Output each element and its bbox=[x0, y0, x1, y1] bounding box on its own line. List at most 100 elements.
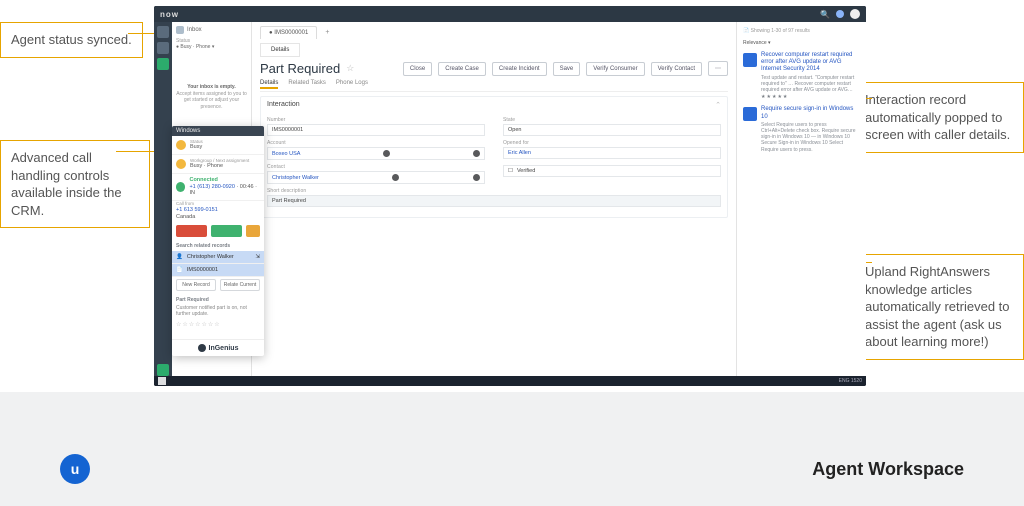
tab-record[interactable]: ● IMS0000001 bbox=[260, 26, 317, 39]
close-button[interactable]: Close bbox=[403, 62, 432, 76]
label: Short description bbox=[267, 188, 721, 194]
home-icon[interactable] bbox=[157, 26, 169, 38]
state-field[interactable]: Open bbox=[503, 124, 721, 136]
search-icon[interactable]: 🔍 bbox=[820, 10, 830, 19]
inbox-tab-icon bbox=[176, 26, 184, 34]
comment[interactable]: Customer notified part is on, not furthe… bbox=[172, 305, 264, 321]
hangup-button[interactable] bbox=[176, 225, 207, 237]
value: Christopher Walker bbox=[272, 175, 319, 181]
windows-icon[interactable] bbox=[158, 377, 166, 385]
presence-icon[interactable] bbox=[157, 58, 169, 70]
section-title: Interaction bbox=[267, 101, 300, 109]
sort-picker[interactable]: Relevance ▾ bbox=[743, 40, 860, 46]
create-case-button[interactable]: Create Case bbox=[438, 62, 486, 76]
form-tabs: Details Related Tasks Phone Logs bbox=[260, 80, 728, 92]
phone-icon[interactable] bbox=[157, 364, 169, 376]
relate-current-button[interactable]: Relate Current bbox=[220, 279, 260, 291]
label: State bbox=[503, 117, 721, 123]
tab-add-button[interactable]: + bbox=[319, 26, 335, 39]
record-header: Part Required ☆ Close Create Case Create… bbox=[260, 61, 728, 76]
more-button[interactable]: ⋯ bbox=[708, 61, 728, 76]
verify-consumer-button[interactable]: Verify Consumer bbox=[586, 62, 644, 76]
results-meta: 📄 Showing 1-30 of 97 results bbox=[743, 28, 860, 34]
answer-button[interactable] bbox=[211, 225, 242, 237]
screenshot-frame: now 🔍 Inbox Status ● Busy · Phone ▾ Your… bbox=[154, 6, 866, 386]
formtab-related[interactable]: Related Tasks bbox=[288, 80, 326, 89]
workgroup-icon bbox=[176, 159, 186, 169]
article-title: Require secure sign-in in Windows 10 bbox=[761, 106, 860, 120]
text: Interaction record automatically popped … bbox=[865, 92, 1010, 142]
article-rating: ★★★★★ bbox=[761, 94, 860, 100]
result-row[interactable]: 👤Christopher Walker⇲ bbox=[172, 251, 264, 264]
callout-call-controls: Advanced call handling controls availabl… bbox=[0, 140, 150, 228]
info-icon[interactable] bbox=[383, 150, 390, 157]
person-icon: 👤 bbox=[176, 254, 183, 260]
tab-label: IMS0000001 bbox=[274, 30, 308, 36]
formtab-phonelogs[interactable]: Phone Logs bbox=[336, 80, 368, 89]
lookup-icon[interactable] bbox=[473, 174, 480, 181]
upland-logo: u bbox=[60, 454, 90, 484]
contact-field[interactable]: Christopher Walker bbox=[267, 171, 485, 184]
inbox-icon[interactable] bbox=[157, 42, 169, 54]
label: Account bbox=[267, 140, 485, 146]
val[interactable]: Busy · Phone bbox=[190, 163, 249, 170]
verify-contact-button[interactable]: Verify Contact bbox=[651, 62, 702, 76]
number-field[interactable]: IMS0000001 bbox=[267, 124, 485, 136]
save-button[interactable]: Save bbox=[553, 62, 581, 76]
interaction-section: Interaction ⌃ NumberIMS0000001 StateOpen… bbox=[260, 96, 728, 218]
check-icon: ☐ bbox=[508, 168, 513, 174]
search-label: Search related records bbox=[172, 241, 264, 251]
openedfor-field[interactable]: Eric Allen bbox=[503, 147, 721, 159]
caller-number: +1 613 599-0151 bbox=[176, 207, 218, 213]
info-icon[interactable] bbox=[392, 174, 399, 181]
brand: now bbox=[160, 10, 179, 19]
slide-title: Agent Workspace bbox=[812, 459, 964, 480]
formtab-details[interactable]: Details bbox=[260, 80, 278, 89]
callout-interaction-record: Interaction record automatically popped … bbox=[854, 82, 1024, 153]
cti-header: Windows bbox=[172, 126, 264, 136]
verified-field[interactable]: ☐ Verified bbox=[503, 165, 721, 177]
text: InGenius bbox=[209, 345, 239, 352]
slide-footer: u Agent Workspace bbox=[0, 454, 1024, 484]
text: Advanced call handling controls availabl… bbox=[11, 150, 122, 218]
article-desc: Select Require users to press Ctrl+Alt+D… bbox=[761, 122, 860, 153]
shortdesc-field[interactable]: Part Required bbox=[267, 195, 721, 207]
text: Agent status synced. bbox=[11, 32, 132, 47]
wrapup-stars[interactable]: ☆☆☆☆☆☆☆ bbox=[172, 321, 264, 328]
create-incident-button[interactable]: Create Incident bbox=[492, 62, 547, 76]
app-topbar: now 🔍 bbox=[154, 6, 866, 22]
direction: IN bbox=[189, 190, 195, 196]
result-row[interactable]: 📄IMS0000001 bbox=[172, 264, 264, 277]
new-record-button[interactable]: New Record bbox=[176, 279, 216, 291]
os-taskbar: ENG 1520 bbox=[154, 376, 866, 386]
chevron-down-icon[interactable]: ⌃ bbox=[715, 101, 721, 109]
sub-tabs: Details bbox=[260, 43, 728, 57]
knowledge-column: 📄 Showing 1-30 of 97 results Relevance ▾… bbox=[736, 22, 866, 376]
star-icon[interactable]: ☆ bbox=[346, 63, 354, 74]
lookup-icon[interactable] bbox=[473, 150, 480, 157]
notification-icon[interactable] bbox=[836, 10, 844, 18]
label: Opened for bbox=[503, 140, 721, 146]
text: Showing 1-30 of 97 results bbox=[751, 28, 810, 34]
callout-status-synced: Agent status synced. bbox=[0, 22, 143, 58]
subtab-details[interactable]: Details bbox=[260, 43, 300, 57]
value: Verified bbox=[517, 168, 535, 174]
avatar[interactable] bbox=[850, 9, 860, 19]
transfer-button[interactable] bbox=[246, 225, 260, 237]
part-required-label: Part Required bbox=[172, 295, 264, 305]
val[interactable]: Busy bbox=[190, 144, 203, 151]
value: Boxeo USA bbox=[272, 151, 300, 157]
knowledge-article[interactable]: Recover computer restart required error … bbox=[743, 52, 860, 100]
knowledge-article[interactable]: Require secure sign-in in Windows 10 Sel… bbox=[743, 106, 860, 153]
agent-status-picker[interactable]: ● Busy · Phone ▾ bbox=[176, 44, 247, 50]
inbox-empty-sub: Accept items assigned to you to get star… bbox=[176, 91, 247, 111]
record-tabs: ● IMS0000001 + bbox=[260, 26, 728, 39]
link-icon[interactable]: ⇲ bbox=[255, 254, 260, 260]
article-desc: Test update and restart. "Computer resta… bbox=[761, 75, 860, 94]
phone-number[interactable]: +1 (613) 280-0920 bbox=[189, 184, 234, 190]
workspace-body: Inbox Status ● Busy · Phone ▾ Your inbox… bbox=[172, 22, 866, 376]
lab: Call from bbox=[176, 201, 194, 206]
val: Connected bbox=[189, 177, 260, 184]
left-rail bbox=[154, 22, 172, 376]
account-field[interactable]: Boxeo USA bbox=[267, 147, 485, 160]
